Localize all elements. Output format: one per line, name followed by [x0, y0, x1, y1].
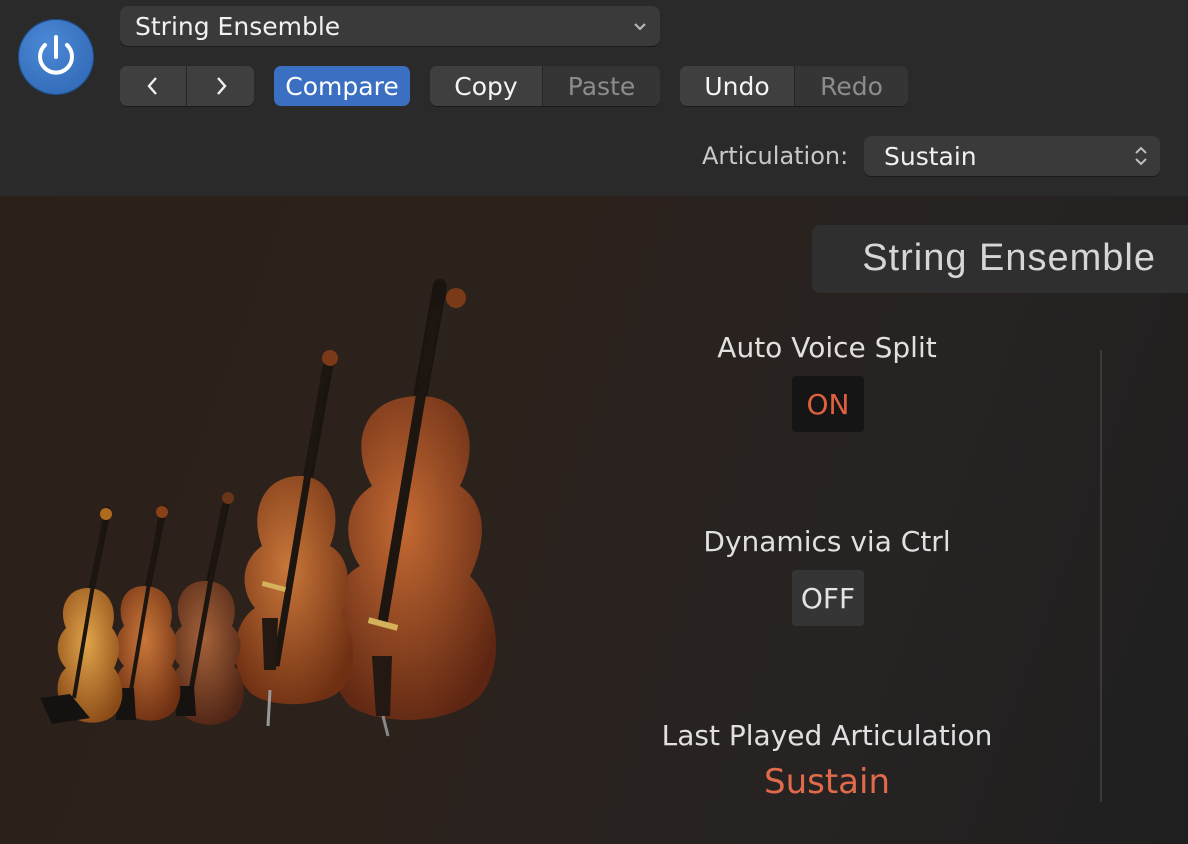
preset-selector[interactable]: String Ensemble: [120, 6, 660, 46]
undo-button[interactable]: Undo: [680, 66, 794, 106]
last-played-articulation-value: Sustain: [763, 762, 890, 802]
auto-voice-split-label: Auto Voice Split: [717, 331, 937, 364]
next-preset-button[interactable]: [186, 66, 254, 106]
up-down-arrows-icon: [1135, 146, 1147, 166]
violin-image-1: [40, 507, 123, 724]
preset-name: String Ensemble: [135, 12, 341, 41]
dynamics-via-ctrl-label: Dynamics via Ctrl: [703, 525, 951, 558]
cello-image: [235, 350, 354, 727]
chevron-down-icon: [634, 23, 646, 31]
redo-button[interactable]: Redo: [794, 66, 908, 106]
power-button[interactable]: [18, 19, 94, 95]
undo-redo-group: Undo Redo: [680, 66, 908, 106]
copy-paste-group: Copy Paste: [430, 66, 660, 106]
articulation-label: Articulation:: [702, 142, 849, 170]
chevron-left-icon: [147, 77, 157, 95]
articulation-selector[interactable]: Sustain: [864, 136, 1160, 176]
paste-button[interactable]: Paste: [542, 66, 660, 106]
instrument-name-plate: String Ensemble: [812, 225, 1188, 293]
chevron-right-icon: [216, 77, 227, 95]
preset-nav-group: [120, 66, 254, 106]
string-instruments-image: [40, 279, 497, 737]
violin-image-2: [115, 505, 181, 721]
compare-button[interactable]: Compare: [274, 66, 410, 106]
viola-image: [171, 492, 244, 725]
instrument-panel: String Ensemble Auto Voice Split ON Dyna…: [0, 196, 1188, 844]
auto-voice-split-toggle[interactable]: ON: [792, 376, 864, 432]
panel-divider: [1100, 350, 1102, 802]
plugin-header: String Ensemble Compare Copy Paste Undo …: [0, 0, 1188, 196]
dynamics-via-ctrl-toggle[interactable]: OFF: [792, 570, 864, 626]
power-icon: [38, 35, 74, 75]
previous-preset-button[interactable]: [120, 66, 186, 106]
instrument-name: String Ensemble: [862, 237, 1156, 279]
copy-button[interactable]: Copy: [430, 66, 542, 106]
last-played-articulation-label: Last Played Articulation: [661, 719, 993, 752]
double-bass-image: [328, 279, 497, 737]
articulation-value: Sustain: [884, 142, 977, 171]
